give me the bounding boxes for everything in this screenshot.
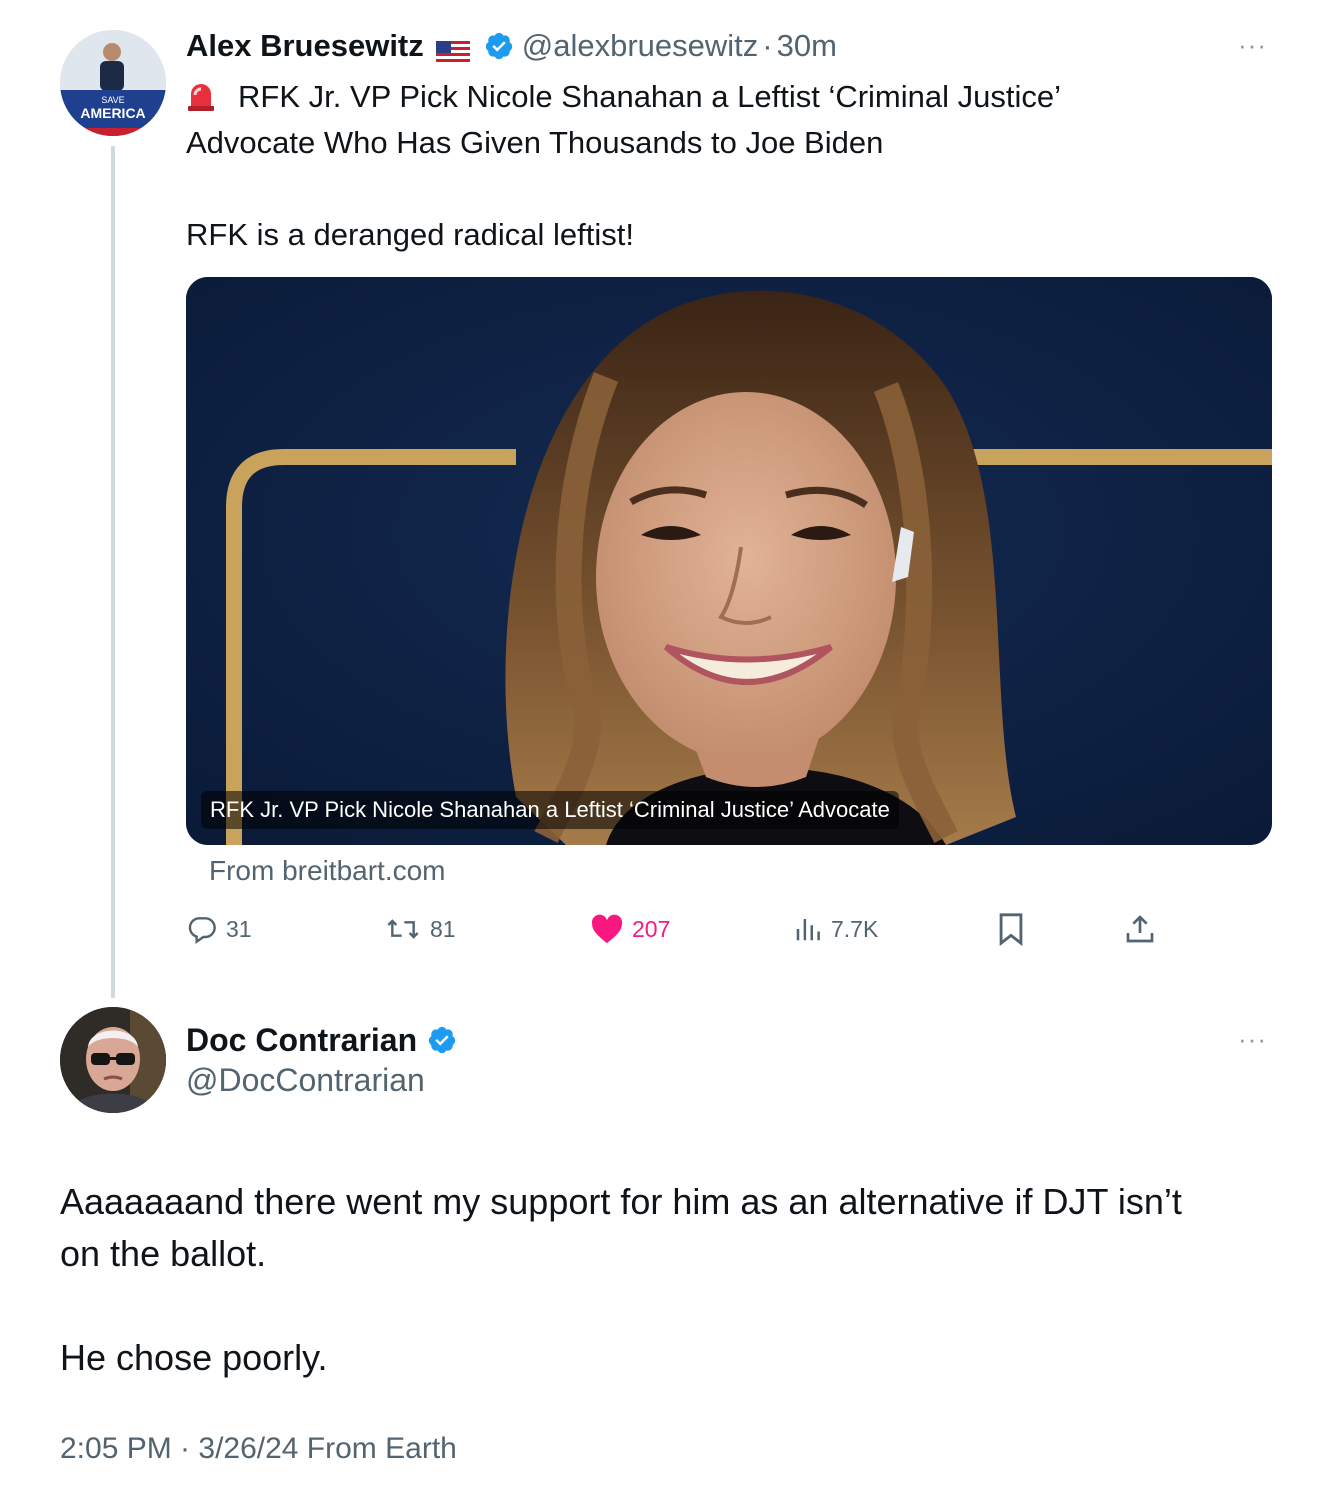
action-repost[interactable]: 81 — [384, 908, 456, 950]
avatar-image: SAVE AMERICA — [60, 30, 166, 136]
repost-icon — [384, 913, 422, 945]
reply-text-line-3: He chose poorly. — [60, 1337, 328, 1378]
verified-badge-icon — [484, 31, 514, 61]
verified-badge-icon — [427, 1025, 457, 1055]
reply-timestamp[interactable]: 2:05 PM · 3/26/24 From Earth — [60, 1432, 457, 1466]
bookmark-icon[interactable] — [996, 908, 1026, 950]
tweet1-text-line-3: RFK is a deranged radical leftist! — [186, 217, 634, 252]
reply-avatar-image — [60, 1007, 166, 1113]
action-views[interactable]: 7.7K — [793, 908, 878, 950]
share-icon[interactable] — [1124, 908, 1156, 950]
link-card-image[interactable] — [186, 277, 1272, 845]
tweet1-text: RFK Jr. VP Pick Nicole Shanahan a Leftis… — [186, 74, 1266, 258]
tweet1-text-line: RFK Jr. VP Pick Nicole Shanahan a Leftis… — [186, 74, 1266, 120]
author-avatar[interactable]: SAVE AMERICA — [60, 30, 166, 136]
reply-text-line-2: on the ballot. — [60, 1233, 267, 1274]
thread-line — [111, 146, 115, 998]
reply-author-avatar[interactable] — [60, 1007, 166, 1113]
article-photo — [186, 277, 1272, 845]
action-like[interactable]: 207 — [590, 908, 670, 950]
author-name[interactable]: Alex Bruesewitz — [186, 28, 424, 64]
siren-icon — [186, 79, 216, 111]
more-icon[interactable]: ··· — [1238, 30, 1267, 61]
link-card-source[interactable]: From breitbart.com — [209, 855, 446, 887]
link-card-title: RFK Jr. VP Pick Nicole Shanahan a Leftis… — [201, 791, 899, 829]
tweet1-text-line-1: RFK Jr. VP Pick Nicole Shanahan a Leftis… — [238, 79, 1061, 114]
reply-author-name[interactable]: Doc Contrarian — [186, 1022, 417, 1059]
more-icon[interactable]: ··· — [1238, 1024, 1267, 1055]
views-count: 7.7K — [831, 915, 879, 942]
views-icon — [793, 913, 823, 945]
reply-count: 31 — [226, 915, 252, 942]
tweet1-text-line-2: Advocate Who Has Given Thousands to Joe … — [186, 125, 884, 160]
tweet-time[interactable]: 30m — [777, 28, 837, 64]
repost-count: 81 — [430, 915, 456, 942]
reply-text-line-1: Aaaaaaand there went my support for him … — [60, 1181, 1182, 1222]
like-count: 207 — [632, 915, 671, 942]
reply-author-header: Doc Contrarian — [186, 1020, 457, 1060]
header-separator: · — [762, 28, 773, 63]
action-reply[interactable]: 31 — [186, 908, 252, 950]
tweet1-header: Alex Bruesewitz @alexbruesewitz · 30m — [186, 26, 837, 66]
reply-icon — [186, 913, 218, 945]
reply-text: Aaaaaaand there went my support for him … — [60, 1176, 1280, 1384]
heart-icon — [590, 913, 624, 945]
us-flag-icon — [435, 35, 470, 63]
avatar-save-text: SAVE — [101, 95, 124, 105]
author-handle[interactable]: @alexbruesewitz — [522, 28, 759, 64]
avatar-america-text: AMERICA — [80, 105, 145, 121]
reply-author-handle[interactable]: @DocContrarian — [186, 1062, 425, 1099]
